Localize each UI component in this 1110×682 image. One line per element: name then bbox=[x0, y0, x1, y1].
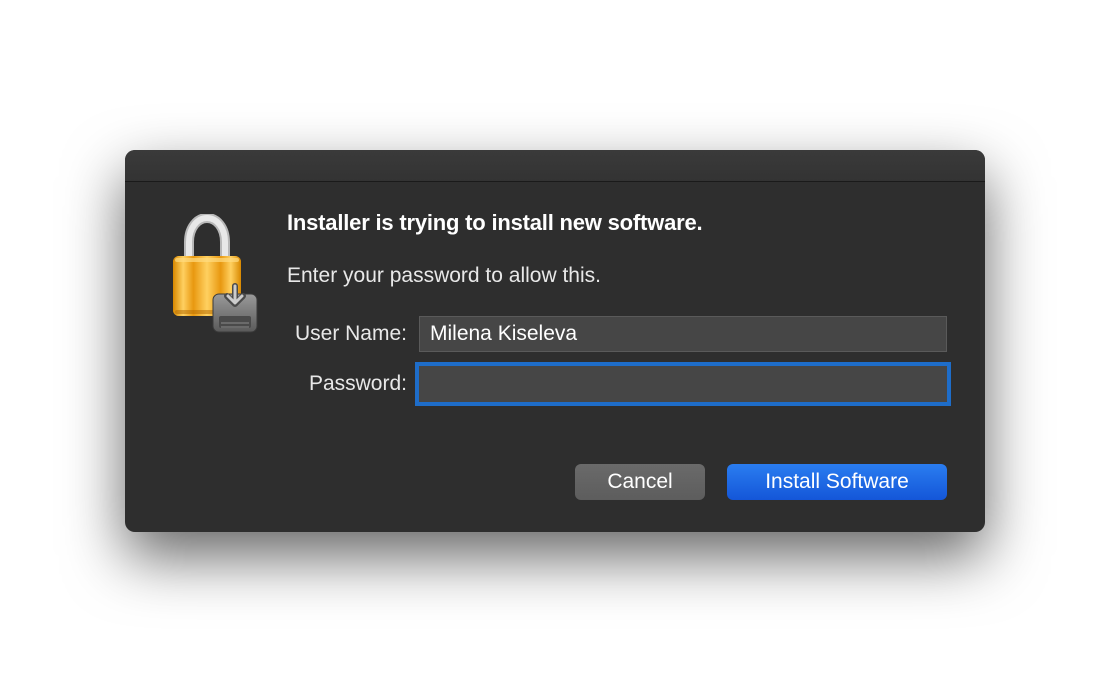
username-label: User Name: bbox=[287, 322, 419, 346]
username-row: User Name: bbox=[287, 316, 947, 352]
password-input[interactable] bbox=[419, 366, 947, 402]
password-label: Password: bbox=[287, 372, 419, 396]
content-column: Installer is trying to install new softw… bbox=[287, 210, 947, 500]
cancel-button[interactable]: Cancel bbox=[575, 464, 705, 500]
username-input[interactable] bbox=[419, 316, 947, 352]
lock-icon bbox=[163, 214, 259, 334]
dialog-title: Installer is trying to install new softw… bbox=[287, 210, 947, 236]
password-row: Password: bbox=[287, 366, 947, 402]
button-row: Cancel Install Software bbox=[287, 464, 947, 500]
install-software-button[interactable]: Install Software bbox=[727, 464, 947, 500]
dialog-titlebar[interactable] bbox=[125, 150, 985, 182]
dialog-body: Installer is trying to install new softw… bbox=[125, 182, 985, 532]
authentication-dialog: Installer is trying to install new softw… bbox=[125, 150, 985, 532]
dialog-subtitle: Enter your password to allow this. bbox=[287, 264, 947, 288]
icon-column bbox=[163, 210, 259, 500]
